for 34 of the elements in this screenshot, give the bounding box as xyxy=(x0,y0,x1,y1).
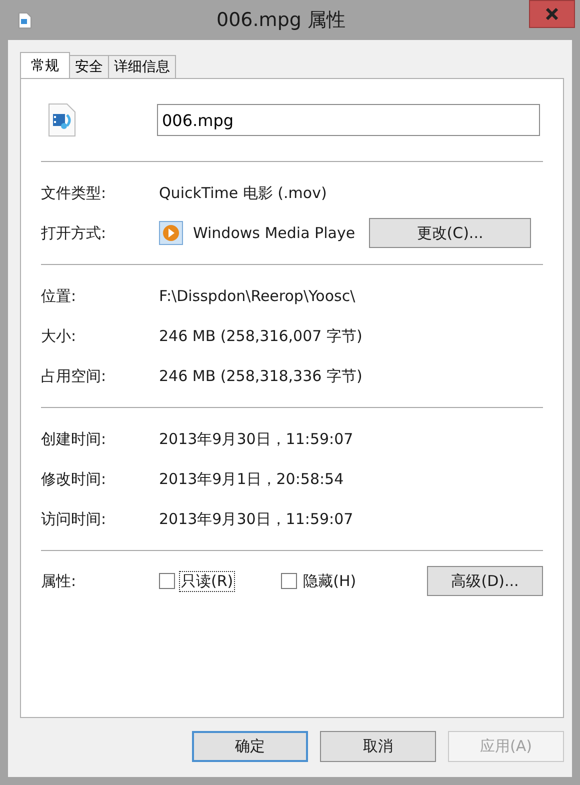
tab[interactable]: 常规 xyxy=(20,52,70,78)
field-label: 修改时间: xyxy=(41,470,108,488)
dialog-button[interactable]: 取消 xyxy=(320,731,436,762)
checkbox[interactable] xyxy=(159,573,175,589)
field-value: 2013年9月30日，11:59:07 xyxy=(159,510,354,528)
field-value: F:\Disspdon\Reerop\Yoosc\ xyxy=(159,287,356,305)
window-title: 006.mpg 属性 xyxy=(216,8,346,33)
field-label: 访问时间: xyxy=(41,510,108,528)
field-label: 占用空间: xyxy=(41,366,108,386)
close-button[interactable] xyxy=(529,0,575,28)
app-name: Windows Media Playe xyxy=(193,224,356,242)
field-value: 2013年9月30日，11:59:07 xyxy=(159,430,354,448)
dialog-button[interactable]: 确定 xyxy=(192,731,308,762)
video-file-icon xyxy=(47,102,77,138)
checkbox-label[interactable]: 隐藏(H) xyxy=(301,570,358,592)
checkbox-label[interactable]: 只读(R) xyxy=(179,570,236,592)
field-label: 大小: xyxy=(41,326,78,346)
field-label: 属性: xyxy=(41,572,78,590)
tab[interactable]: 详细信息 xyxy=(108,55,176,78)
play-icon xyxy=(159,221,183,245)
field-value: 246 MB (258,318,336 字节) xyxy=(159,366,362,386)
field-value: 246 MB (258,316,007 字节) xyxy=(159,326,362,346)
field-label: 位置: xyxy=(41,286,78,306)
change-button[interactable]: 更改(C)... xyxy=(369,218,531,248)
file-icon xyxy=(18,12,32,28)
field-label: 打开方式: xyxy=(41,224,108,242)
advanced-button[interactable]: 高级(D)... xyxy=(427,566,543,596)
file-name-field[interactable]: 006.mpg xyxy=(157,104,540,136)
checkbox[interactable] xyxy=(281,573,298,589)
field-value: QuickTime 电影 (.mov) xyxy=(159,184,327,202)
field-label: 文件类型: xyxy=(41,184,108,202)
close-icon xyxy=(545,8,559,20)
field-value: 2013年9月1日，20:58:54 xyxy=(159,470,344,488)
field-label: 创建时间: xyxy=(41,430,108,448)
